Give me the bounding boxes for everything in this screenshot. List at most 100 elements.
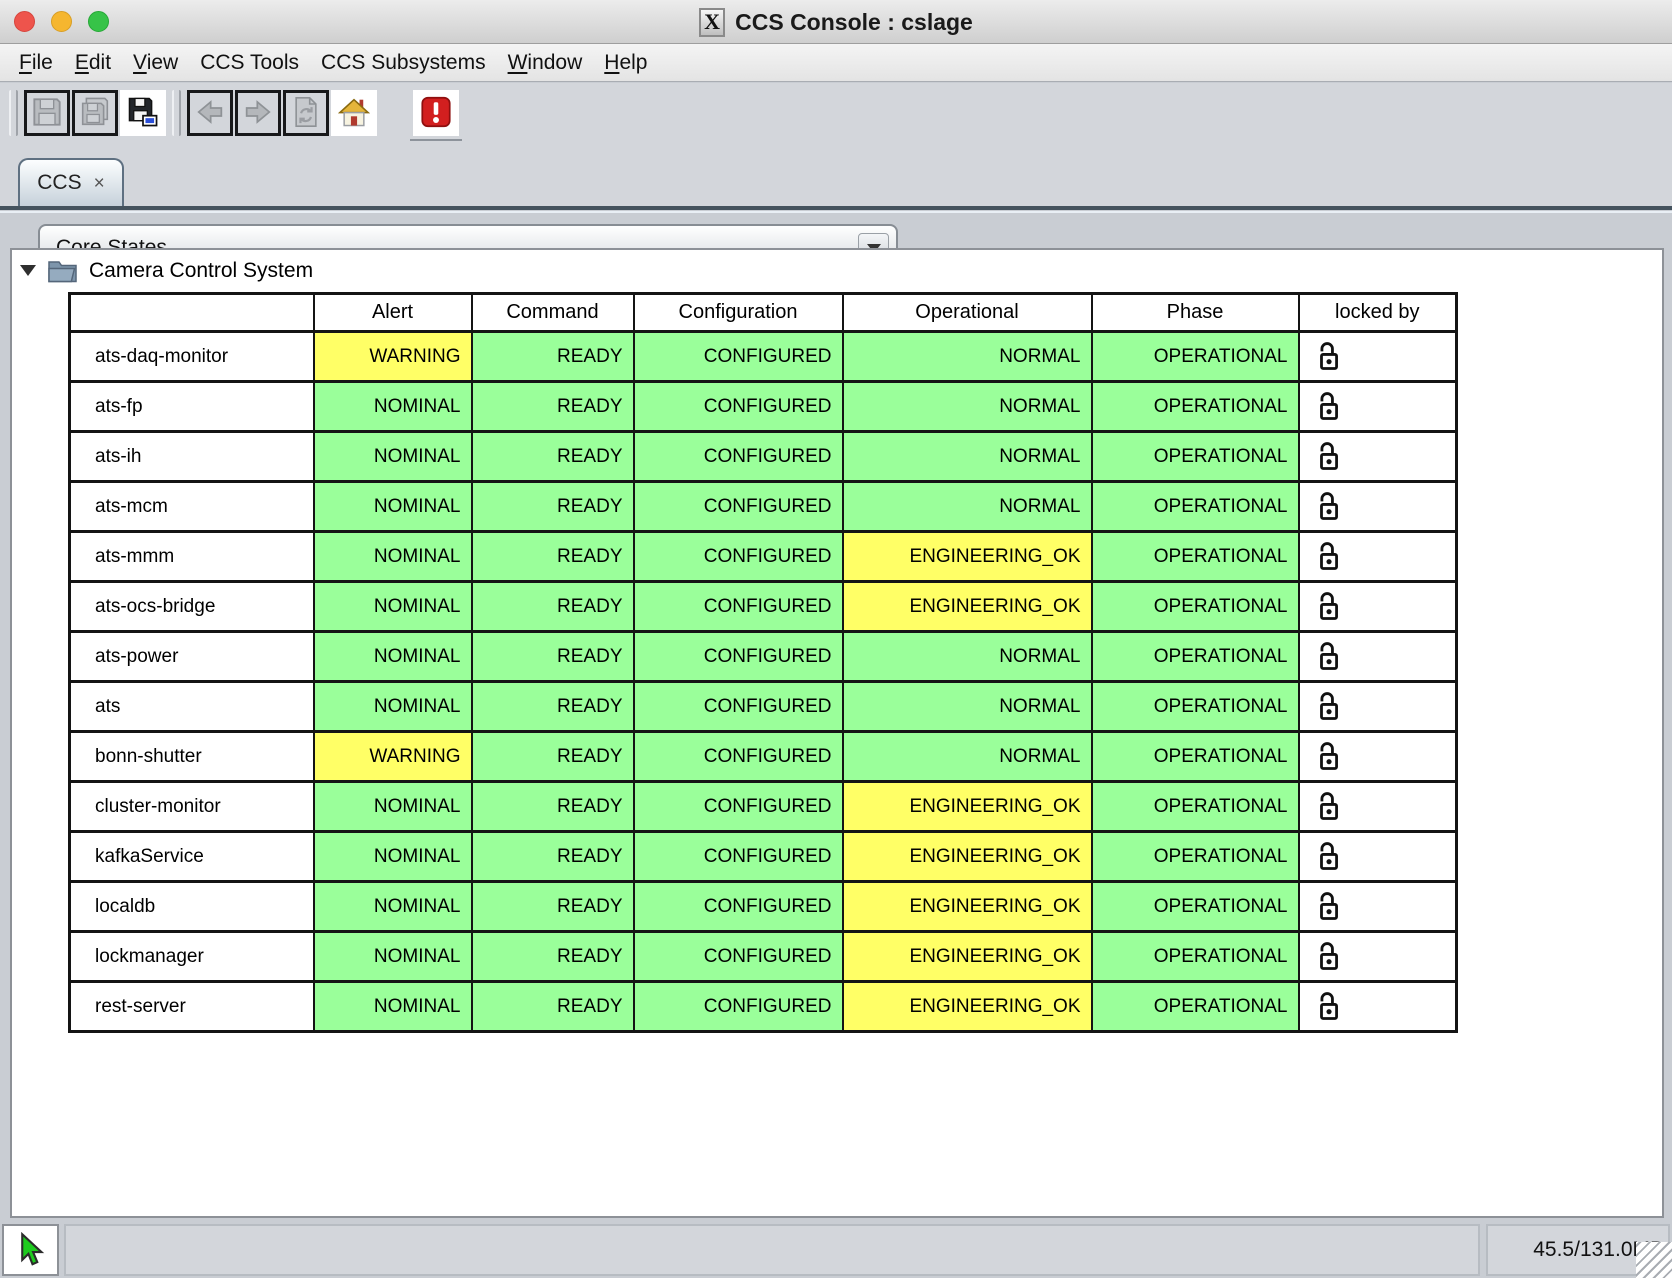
operational-state-cell[interactable]: ENGINEERING_OK [843,932,1092,982]
save-as-button[interactable] [120,90,166,136]
operational-state-cell[interactable]: ENGINEERING_OK [843,832,1092,882]
column-header-alert[interactable]: Alert [314,294,472,332]
phase-state-cell[interactable]: OPERATIONAL [1092,682,1299,732]
alert-state-cell[interactable]: WARNING [314,732,472,782]
subsystem-name-cell[interactable]: ats-mcm [70,482,314,532]
alert-state-cell[interactable]: NOMINAL [314,482,472,532]
phase-state-cell[interactable]: OPERATIONAL [1092,882,1299,932]
operational-state-cell[interactable]: NORMAL [843,682,1092,732]
column-header-locked-by[interactable]: locked by [1299,294,1457,332]
tab-close-icon[interactable]: × [94,174,105,193]
refresh-page-button[interactable] [283,90,329,136]
command-state-cell[interactable]: READY [472,482,634,532]
phase-state-cell[interactable]: OPERATIONAL [1092,382,1299,432]
alert-state-cell[interactable]: NOMINAL [314,832,472,882]
command-state-cell[interactable]: READY [472,882,634,932]
menu-item-help[interactable]: Help [593,51,658,75]
phase-state-cell[interactable]: OPERATIONAL [1092,632,1299,682]
phase-state-cell[interactable]: OPERATIONAL [1092,782,1299,832]
back-button[interactable] [187,90,233,136]
configuration-state-cell[interactable]: CONFIGURED [634,932,843,982]
locked-by-cell[interactable] [1299,982,1457,1032]
alert-state-cell[interactable]: NOMINAL [314,882,472,932]
zoom-window-button[interactable] [88,11,109,32]
home-button[interactable] [331,90,377,136]
column-header-operational[interactable]: Operational [843,294,1092,332]
alert-state-cell[interactable]: NOMINAL [314,682,472,732]
configuration-state-cell[interactable]: CONFIGURED [634,832,843,882]
command-state-cell[interactable]: READY [472,782,634,832]
alert-state-cell[interactable]: NOMINAL [314,632,472,682]
subsystem-name-cell[interactable]: ats-ih [70,432,314,482]
command-state-cell[interactable]: READY [472,432,634,482]
configuration-state-cell[interactable]: CONFIGURED [634,632,843,682]
operational-state-cell[interactable]: NORMAL [843,632,1092,682]
subsystem-name-cell[interactable]: ats [70,682,314,732]
phase-state-cell[interactable]: OPERATIONAL [1092,732,1299,782]
subsystem-name-cell[interactable]: lockmanager [70,932,314,982]
phase-state-cell[interactable]: OPERATIONAL [1092,932,1299,982]
phase-state-cell[interactable]: OPERATIONAL [1092,982,1299,1032]
subsystem-name-cell[interactable]: kafkaService [70,832,314,882]
command-state-cell[interactable]: READY [472,632,634,682]
command-state-cell[interactable]: READY [472,682,634,732]
operational-state-cell[interactable]: ENGINEERING_OK [843,782,1092,832]
operational-state-cell[interactable]: NORMAL [843,732,1092,782]
subsystem-name-cell[interactable]: cluster-monitor [70,782,314,832]
configuration-state-cell[interactable]: CONFIGURED [634,682,843,732]
locked-by-cell[interactable] [1299,732,1457,782]
operational-state-cell[interactable]: NORMAL [843,482,1092,532]
subsystem-name-cell[interactable]: bonn-shutter [70,732,314,782]
menu-item-ccs-tools[interactable]: CCS Tools [189,51,310,75]
phase-state-cell[interactable]: OPERATIONAL [1092,482,1299,532]
alert-state-cell[interactable]: WARNING [314,332,472,382]
forward-button[interactable] [235,90,281,136]
menu-item-file[interactable]: File [8,51,64,75]
toolbar-drag-handle[interactable] [9,90,18,136]
save-button[interactable] [24,90,70,136]
menu-item-edit[interactable]: Edit [64,51,122,75]
column-header-name[interactable] [70,294,314,332]
configuration-state-cell[interactable]: CONFIGURED [634,582,843,632]
operational-state-cell[interactable]: NORMAL [843,432,1092,482]
operational-state-cell[interactable]: ENGINEERING_OK [843,882,1092,932]
subsystem-name-cell[interactable]: ats-fp [70,382,314,432]
configuration-state-cell[interactable]: CONFIGURED [634,532,843,582]
operational-state-cell[interactable]: NORMAL [843,332,1092,382]
locked-by-cell[interactable] [1299,432,1457,482]
locked-by-cell[interactable] [1299,332,1457,382]
command-state-cell[interactable]: READY [472,732,634,782]
configuration-state-cell[interactable]: CONFIGURED [634,332,843,382]
locked-by-cell[interactable] [1299,932,1457,982]
alert-button[interactable] [413,90,459,136]
column-header-configuration[interactable]: Configuration [634,294,843,332]
subsystem-name-cell[interactable]: rest-server [70,982,314,1032]
operational-state-cell[interactable]: NORMAL [843,382,1092,432]
locked-by-cell[interactable] [1299,382,1457,432]
operational-state-cell[interactable]: ENGINEERING_OK [843,532,1092,582]
locked-by-cell[interactable] [1299,532,1457,582]
configuration-state-cell[interactable]: CONFIGURED [634,882,843,932]
save-all-button[interactable] [72,90,118,136]
command-state-cell[interactable]: READY [472,832,634,882]
command-state-cell[interactable]: READY [472,582,634,632]
configuration-state-cell[interactable]: CONFIGURED [634,732,843,782]
configuration-state-cell[interactable]: CONFIGURED [634,382,843,432]
phase-state-cell[interactable]: OPERATIONAL [1092,332,1299,382]
toolbar-drag-handle[interactable] [172,90,181,136]
minimize-window-button[interactable] [51,11,72,32]
locked-by-cell[interactable] [1299,832,1457,882]
menu-item-ccs-subsystems[interactable]: CCS Subsystems [310,51,497,75]
operational-state-cell[interactable]: ENGINEERING_OK [843,982,1092,1032]
menu-item-view[interactable]: View [122,51,189,75]
phase-state-cell[interactable]: OPERATIONAL [1092,832,1299,882]
command-state-cell[interactable]: READY [472,382,634,432]
alert-state-cell[interactable]: NOMINAL [314,382,472,432]
tab-ccs[interactable]: CCS × [18,158,124,206]
subsystem-name-cell[interactable]: ats-ocs-bridge [70,582,314,632]
alert-state-cell[interactable]: NOMINAL [314,432,472,482]
column-header-command[interactable]: Command [472,294,634,332]
command-state-cell[interactable]: READY [472,532,634,582]
column-header-phase[interactable]: Phase [1092,294,1299,332]
tree-node-camera-control-system[interactable]: Camera Control System [20,258,313,283]
